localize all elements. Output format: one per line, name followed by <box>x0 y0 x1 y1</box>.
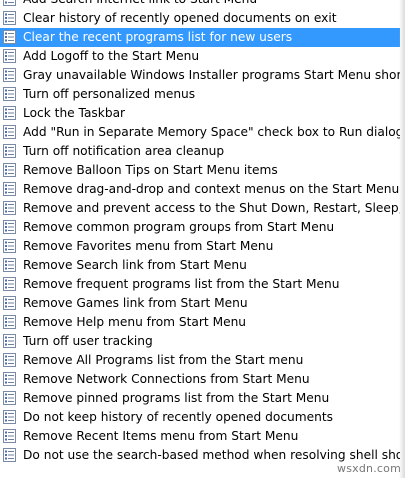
policy-setting-label: Gray unavailable Windows Installer progr… <box>23 68 400 82</box>
policy-setting-label: Remove frequent programs list from the S… <box>23 277 340 291</box>
policy-setting-label: Clear the recent programs list for new u… <box>23 30 293 44</box>
policy-setting-row-21[interactable]: Remove pinned programs list from the Sta… <box>0 389 400 408</box>
policy-setting-icon <box>3 87 16 101</box>
policy-setting-label: Turn off notification area cleanup <box>23 144 225 158</box>
policy-settings-list[interactable]: Add Search Internet link to Start Menu C… <box>0 0 400 465</box>
policy-setting-label: Remove Search link from Start Menu <box>23 258 247 272</box>
policy-setting-icon <box>3 239 16 253</box>
watermark-text: wsxdn.com <box>335 462 403 475</box>
policy-setting-label: Turn off user tracking <box>23 334 153 348</box>
policy-setting-icon <box>3 429 16 443</box>
policy-setting-label: Remove common program groups from Start … <box>23 220 335 234</box>
policy-setting-icon <box>3 30 16 44</box>
policy-setting-icon <box>3 11 16 25</box>
policy-setting-label: Remove Network Connections from Start Me… <box>23 372 310 386</box>
policy-setting-row-17[interactable]: Remove Help menu from Start Menu <box>0 313 400 332</box>
policy-setting-icon <box>3 182 16 196</box>
policy-setting-row-23[interactable]: Remove Recent Items menu from Start Menu <box>0 427 400 446</box>
policy-setting-row-10[interactable]: Remove drag-and-drop and context menus o… <box>0 180 400 199</box>
policy-setting-icon <box>3 315 16 329</box>
policy-setting-label: Remove Favorites menu from Start Menu <box>23 239 274 253</box>
policy-setting-row-0[interactable]: Add Search Internet link to Start Menu <box>0 0 400 9</box>
policy-setting-row-11[interactable]: Remove and prevent access to the Shut Do… <box>0 199 400 218</box>
policy-setting-icon <box>3 277 16 291</box>
policy-setting-label: Lock the Taskbar <box>23 106 126 120</box>
policy-setting-row-15[interactable]: Remove frequent programs list from the S… <box>0 275 400 294</box>
policy-setting-label: Remove All Programs list from the Start … <box>23 353 304 367</box>
policy-setting-row-13[interactable]: Remove Favorites menu from Start Menu <box>0 237 400 256</box>
policy-setting-icon <box>3 125 16 139</box>
policy-setting-row-9[interactable]: Remove Balloon Tips on Start Menu items <box>0 161 400 180</box>
policy-setting-icon <box>3 334 16 348</box>
policy-setting-icon <box>3 391 16 405</box>
policy-setting-icon <box>3 201 16 215</box>
policy-setting-icon <box>3 296 16 310</box>
policy-setting-row-4[interactable]: Gray unavailable Windows Installer progr… <box>0 66 400 85</box>
policy-setting-label: Remove and prevent access to the Shut Do… <box>23 201 400 215</box>
policy-setting-label: Clear history of recently opened documen… <box>23 11 337 25</box>
policy-setting-row-22[interactable]: Do not keep history of recently opened d… <box>0 408 400 427</box>
policy-setting-icon <box>3 144 16 158</box>
policy-setting-label: Remove Games link from Start Menu <box>23 296 248 310</box>
policy-setting-row-1[interactable]: Clear history of recently opened documen… <box>0 9 400 28</box>
policy-setting-label: Turn off personalized menus <box>23 87 196 101</box>
policy-setting-row-5[interactable]: Turn off personalized menus <box>0 85 400 104</box>
policy-setting-icon <box>3 220 16 234</box>
policy-setting-row-2[interactable]: Clear the recent programs list for new u… <box>0 28 400 47</box>
policy-setting-label: Remove drag-and-drop and context menus o… <box>23 182 400 196</box>
policy-setting-icon <box>3 106 16 120</box>
policy-setting-label: Remove pinned programs list from the Sta… <box>23 391 330 405</box>
policy-setting-icon <box>3 68 16 82</box>
policy-setting-icon <box>3 49 16 63</box>
policy-setting-row-18[interactable]: Turn off user tracking <box>0 332 400 351</box>
policy-setting-row-19[interactable]: Remove All Programs list from the Start … <box>0 351 400 370</box>
policy-setting-label: Do not keep history of recently opened d… <box>23 410 333 424</box>
policy-setting-icon <box>3 448 16 462</box>
policy-setting-icon <box>3 258 16 272</box>
policy-setting-row-7[interactable]: Add "Run in Separate Memory Space" check… <box>0 123 400 142</box>
policy-setting-row-20[interactable]: Remove Network Connections from Start Me… <box>0 370 400 389</box>
policy-setting-label: Add Search Internet link to Start Menu <box>23 0 257 9</box>
policy-setting-row-8[interactable]: Turn off notification area cleanup <box>0 142 400 161</box>
policy-setting-row-12[interactable]: Remove common program groups from Start … <box>0 218 400 237</box>
policy-setting-icon <box>3 353 16 367</box>
policy-setting-icon <box>3 0 16 6</box>
policy-setting-row-14[interactable]: Remove Search link from Start Menu <box>0 256 400 275</box>
policy-settings-window: Add Search Internet link to Start Menu C… <box>0 0 405 478</box>
policy-setting-row-16[interactable]: Remove Games link from Start Menu <box>0 294 400 313</box>
policy-setting-label: Remove Help menu from Start Menu <box>23 315 247 329</box>
policy-setting-label: Remove Balloon Tips on Start Menu items <box>23 163 278 177</box>
policy-setting-label: Remove Recent Items menu from Start Menu <box>23 429 299 443</box>
policy-setting-icon <box>3 163 16 177</box>
policy-setting-row-6[interactable]: Lock the Taskbar <box>0 104 400 123</box>
policy-setting-icon <box>3 372 16 386</box>
policy-setting-row-3[interactable]: Add Logoff to the Start Menu <box>0 47 400 66</box>
policy-setting-label: Add "Run in Separate Memory Space" check… <box>23 125 400 139</box>
policy-setting-label: Add Logoff to the Start Menu <box>23 49 200 63</box>
policy-setting-icon <box>3 410 16 424</box>
